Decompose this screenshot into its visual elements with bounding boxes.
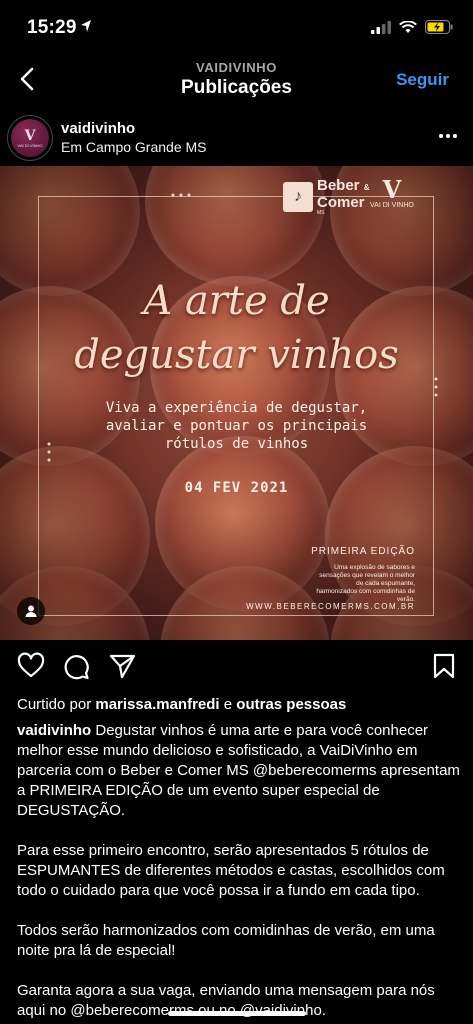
follow-button[interactable]: Seguir bbox=[396, 70, 449, 90]
subline-2: avaliar e pontuar os principais bbox=[105, 418, 368, 434]
comment-icon[interactable] bbox=[62, 652, 90, 680]
status-bar: 15:29 bbox=[0, 0, 473, 52]
vaidivinho-logo: V VAI DI VINHO bbox=[370, 175, 414, 210]
nav-header: VAIDIVINHO Publicações Seguir bbox=[0, 52, 473, 106]
more-icon[interactable] bbox=[439, 134, 457, 138]
post-username[interactable]: vaidivinho bbox=[61, 120, 135, 137]
brand-name-1: Beber bbox=[317, 177, 360, 194]
vaidivinho-v-mark: V bbox=[382, 175, 402, 204]
action-bar bbox=[0, 652, 473, 686]
avatar-logo-text: VAI DI VINHO bbox=[17, 142, 43, 148]
event-date: 04 FEV 2021 bbox=[184, 480, 289, 496]
share-icon[interactable] bbox=[108, 652, 136, 680]
likes-user[interactable]: marissa.manfredi bbox=[95, 696, 219, 713]
post-image[interactable]: ♪ Beber & Comer MS V VAI DI VINHO A arte… bbox=[0, 166, 473, 640]
headline-line-1: A arte de bbox=[143, 278, 330, 324]
glass-fork-icon: ♪ bbox=[283, 182, 313, 212]
home-indicator[interactable] bbox=[168, 1011, 306, 1016]
caption-paragraph-1: vaidivinho Degustar vinhos é uma arte e … bbox=[17, 721, 461, 821]
post-caption: vaidivinho Degustar vinhos é uma arte e … bbox=[17, 721, 461, 1024]
edition-description: Uma explosão de sabores e sensações que … bbox=[316, 564, 415, 603]
subline-3: rótulos de vinhos bbox=[164, 436, 309, 452]
heart-icon[interactable] bbox=[17, 652, 45, 680]
location-arrow-icon bbox=[81, 20, 91, 32]
avatar[interactable]: V VAI DI VINHO bbox=[7, 115, 53, 161]
user-tag-icon bbox=[25, 605, 37, 617]
bookmark-icon[interactable] bbox=[432, 652, 456, 680]
beber-comer-text: Beber & Comer MS bbox=[317, 178, 369, 216]
battery-icon bbox=[425, 20, 453, 34]
post-location[interactable]: Em Campo Grande MS bbox=[61, 139, 207, 155]
status-time: 15:29 bbox=[27, 17, 77, 38]
likes-prefix: Curtido por bbox=[17, 696, 92, 713]
likes-line[interactable]: Curtido por marissa.manfredi e outras pe… bbox=[17, 696, 346, 713]
vaidivinho-logo-text: VAI DI VINHO bbox=[370, 202, 414, 209]
avatar-logo: V VAI DI VINHO bbox=[11, 119, 49, 157]
brand-amp: & bbox=[363, 183, 370, 192]
status-icons bbox=[371, 20, 453, 34]
decor-dots-top bbox=[171, 193, 191, 197]
caption-paragraph-2: Para esse primeiro encontro, serão apres… bbox=[17, 842, 445, 899]
headline-line-2: degustar vinhos bbox=[74, 332, 399, 378]
edition-label: PRIMEIRA EDIÇÃO bbox=[311, 546, 415, 557]
likes-others[interactable]: outras pessoas bbox=[236, 696, 346, 713]
website-url: WWW.BEBERECOMERMS.COM.BR bbox=[246, 602, 415, 611]
subline-1: Viva a experiência de degustar, bbox=[105, 400, 368, 416]
post-header: V VAI DI VINHO vaidivinho Em Campo Grand… bbox=[0, 110, 473, 166]
brand-name-2: Comer bbox=[317, 194, 365, 211]
caption-username[interactable]: vaidivinho bbox=[17, 722, 91, 739]
beber-comer-logo: ♪ Beber & Comer MS bbox=[283, 178, 369, 216]
avatar-v-mark: V bbox=[24, 127, 36, 144]
signal-icon bbox=[371, 20, 391, 34]
user-tag-button[interactable] bbox=[17, 597, 45, 625]
likes-mid: e bbox=[223, 696, 233, 713]
wifi-icon bbox=[399, 20, 417, 33]
caption-paragraph-3: Todos serão harmonizados com comidinhas … bbox=[17, 922, 435, 959]
